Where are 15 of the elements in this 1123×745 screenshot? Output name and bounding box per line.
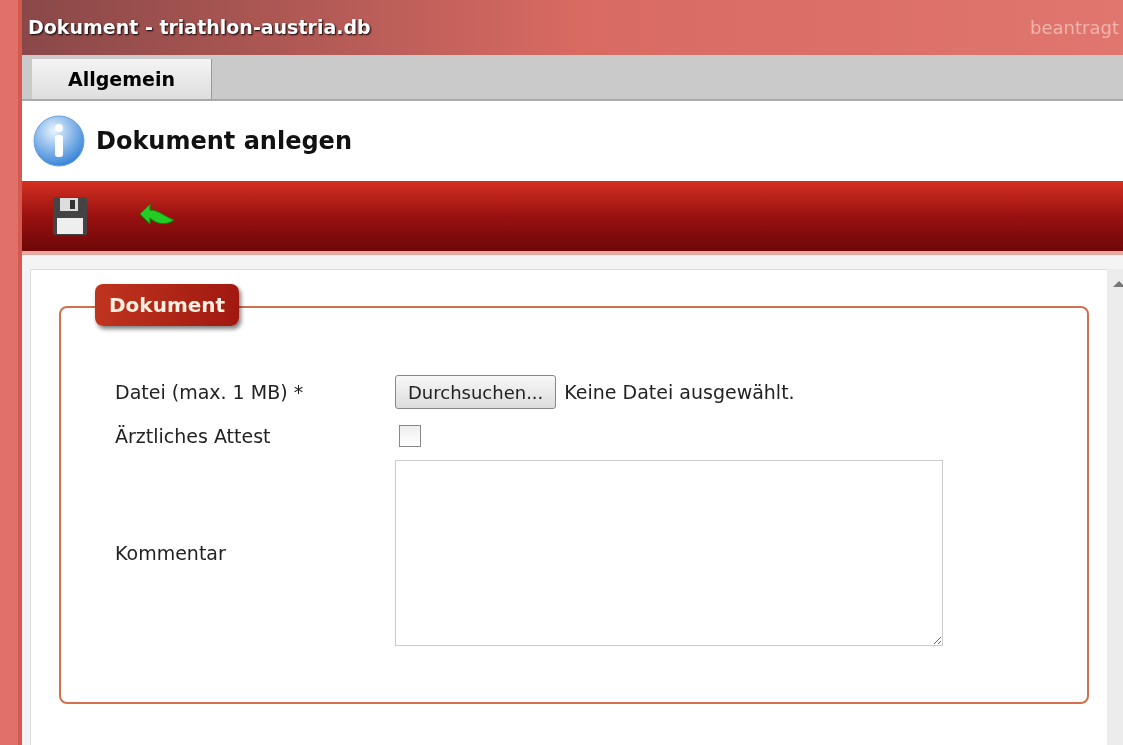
tab[interactable]: Allgemein <box>32 59 212 99</box>
field-label: Kommentar <box>115 540 227 566</box>
browse-button[interactable]: Durchsuchen... <box>395 375 557 409</box>
field-label: Datei (max. 1 MB) * <box>115 379 305 405</box>
checkbox[interactable] <box>399 425 421 447</box>
field-label: Ärztliches Attest <box>115 423 272 449</box>
info-icon <box>32 114 86 168</box>
scroll-up-icon[interactable] <box>1113 281 1123 287</box>
page-heading: Dokument anlegen <box>96 126 352 157</box>
window-title: Dokument - triathlon-austria.db <box>28 15 371 41</box>
section-legend: Dokument <box>95 284 240 326</box>
save-icon[interactable] <box>52 196 88 236</box>
background-text: beantragt <box>1030 16 1120 40</box>
file-status: Keine Datei ausgewählt. <box>564 379 795 405</box>
comment-field[interactable] <box>395 460 943 646</box>
